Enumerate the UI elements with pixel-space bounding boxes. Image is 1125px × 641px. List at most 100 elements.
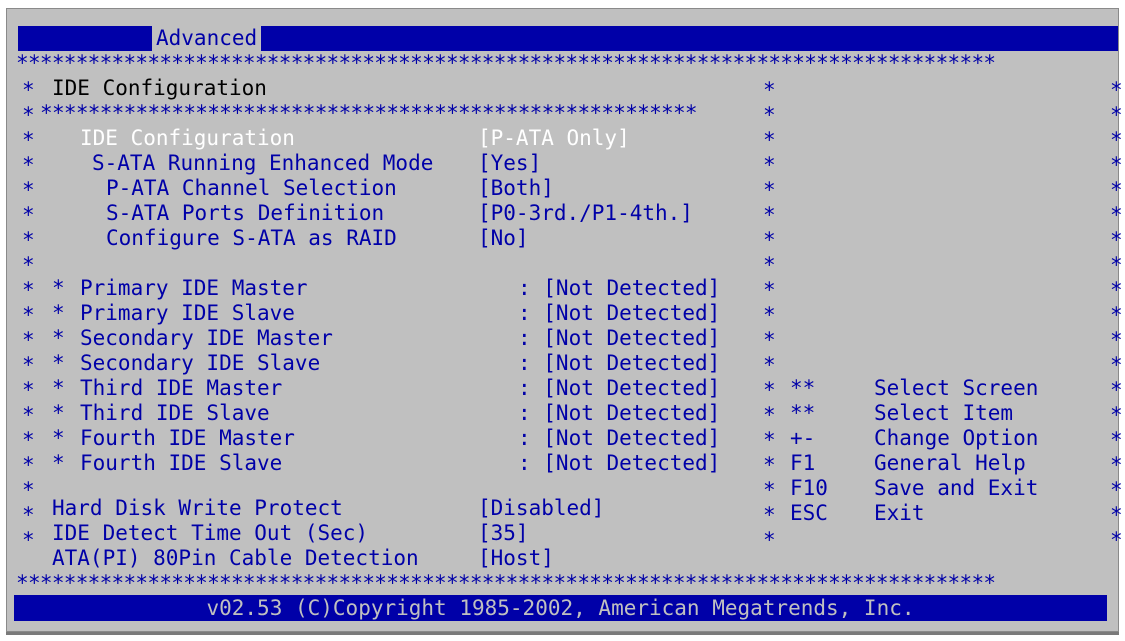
left-edge-star: * xyxy=(22,153,35,177)
drive-label[interactable]: Secondary IDE Slave xyxy=(80,351,320,376)
right-edge-star: * xyxy=(1110,228,1123,252)
left-edge-star: * xyxy=(22,78,35,102)
right-edge-star: * xyxy=(1110,503,1123,527)
left-edge-star: * xyxy=(22,203,35,227)
left-edge-star: * xyxy=(22,128,35,152)
help-key: F10 xyxy=(790,476,828,500)
page-title: IDE Configuration xyxy=(52,76,267,100)
drive-status: : [Not Detected] xyxy=(518,276,721,300)
setting-pata-channel-value[interactable]: [Both] xyxy=(478,176,554,201)
right-edge-star: * xyxy=(1110,378,1123,402)
divider-star: * xyxy=(763,303,776,327)
divider-star: * xyxy=(763,128,776,152)
setting-cable-detection-value[interactable]: [Host] xyxy=(478,546,554,571)
setting-ide-configuration-value[interactable]: [P-ATA Only] xyxy=(478,126,630,151)
drive-label[interactable]: Fourth IDE Master xyxy=(80,426,295,451)
drive-label[interactable]: Third IDE Slave xyxy=(80,401,270,426)
help-key: F1 xyxy=(790,451,816,475)
right-edge-star: * xyxy=(1110,478,1123,502)
right-edge-star: * xyxy=(1110,178,1123,202)
drive-label[interactable]: Primary IDE Master xyxy=(80,276,308,301)
right-edge-star: * xyxy=(1110,253,1123,277)
tab-advanced[interactable]: Advanced xyxy=(152,26,262,51)
right-edge-star: * xyxy=(1110,203,1123,227)
drive-label[interactable]: Primary IDE Slave xyxy=(80,301,295,326)
drive-status: : [Not Detected] xyxy=(518,401,721,425)
help-key: ** xyxy=(790,401,816,425)
left-edge-star: * xyxy=(22,403,35,427)
copyright-bar: v02.53 (C)Copyright 1985-2002, American … xyxy=(14,595,1107,621)
setting-ide-configuration-label[interactable]: IDE Configuration xyxy=(80,126,295,151)
drive-status: : [Not Detected] xyxy=(518,301,721,325)
left-edge-star: * xyxy=(22,303,35,327)
left-edge-star: * xyxy=(22,103,35,127)
right-edge-star: * xyxy=(1110,153,1123,177)
submenu-marker-icon: * xyxy=(52,301,65,325)
right-edge-star: * xyxy=(1110,278,1123,302)
drive-status: : [Not Detected] xyxy=(518,326,721,350)
right-edge-star: * xyxy=(1110,328,1123,352)
divider-star: * xyxy=(763,503,776,527)
divider-star: * xyxy=(763,103,776,127)
drive-label[interactable]: Secondary IDE Master xyxy=(80,326,333,351)
drive-label[interactable]: Fourth IDE Slave xyxy=(80,451,282,476)
left-edge-star: * xyxy=(22,353,35,377)
top-border: ****************************************… xyxy=(16,51,996,75)
left-edge-star: * xyxy=(22,378,35,402)
divider-star: * xyxy=(763,228,776,252)
divider-star: * xyxy=(763,278,776,302)
submenu-marker-icon: * xyxy=(52,451,65,475)
setting-pata-channel-label[interactable]: P-ATA Channel Selection xyxy=(106,176,397,201)
help-description: Select Item xyxy=(874,401,1014,425)
help-description: Exit xyxy=(874,501,925,525)
setting-write-protect-value[interactable]: [Disabled] xyxy=(478,496,604,521)
right-edge-star: * xyxy=(1110,353,1123,377)
setting-cable-detection-label[interactable]: ATA(PI) 80Pin Cable Detection xyxy=(52,546,419,571)
help-key: +- xyxy=(790,426,816,450)
setting-sata-raid-value[interactable]: [No] xyxy=(478,226,529,251)
divider-star: * xyxy=(763,353,776,377)
setting-write-protect-label[interactable]: Hard Disk Write Protect xyxy=(52,496,343,521)
divider-star: * xyxy=(763,428,776,452)
right-edge-star: * xyxy=(1110,428,1123,452)
divider-star: * xyxy=(763,78,776,102)
setting-detect-timeout-value[interactable]: [35] xyxy=(478,521,529,546)
submenu-marker-icon: * xyxy=(52,276,65,300)
help-key: ESC xyxy=(790,501,828,525)
submenu-marker-icon: * xyxy=(52,326,65,350)
divider-star: * xyxy=(763,178,776,202)
left-edge-star: * xyxy=(22,503,35,527)
submenu-marker-icon: * xyxy=(52,401,65,425)
submenu-marker-icon: * xyxy=(52,351,65,375)
drive-status: : [Not Detected] xyxy=(518,426,721,450)
right-edge-star: * xyxy=(1110,303,1123,327)
right-edge-star: * xyxy=(1110,403,1123,427)
setting-sata-ports-label[interactable]: S-ATA Ports Definition xyxy=(106,201,384,226)
divider-star: * xyxy=(763,203,776,227)
left-edge-star: * xyxy=(22,178,35,202)
help-description: Change Option xyxy=(874,426,1039,450)
drive-status: : [Not Detected] xyxy=(518,451,721,475)
right-edge-star: * xyxy=(1110,453,1123,477)
drive-label[interactable]: Third IDE Master xyxy=(80,376,282,401)
window-shadow xyxy=(6,632,1119,635)
help-key: ** xyxy=(790,376,816,400)
left-edge-star: * xyxy=(22,453,35,477)
drive-status: : [Not Detected] xyxy=(518,351,721,375)
help-description: General Help xyxy=(874,451,1026,475)
setting-sata-enhanced-label[interactable]: S-ATA Running Enhanced Mode xyxy=(92,151,433,176)
setting-detect-timeout-label[interactable]: IDE Detect Time Out (Sec) xyxy=(52,521,368,546)
bottom-border: ****************************************… xyxy=(16,571,996,595)
right-edge-star: * xyxy=(1110,128,1123,152)
setting-sata-enhanced-value[interactable]: [Yes] xyxy=(478,151,541,176)
divider-star: * xyxy=(763,528,776,552)
left-edge-star: * xyxy=(22,478,35,502)
drive-status: : [Not Detected] xyxy=(518,376,721,400)
setting-sata-ports-value[interactable]: [P0-3rd./P1-4th.] xyxy=(478,201,693,226)
right-edge-star: * xyxy=(1110,78,1123,102)
divider-star: * xyxy=(763,378,776,402)
title-underline: ****************************************… xyxy=(40,101,698,125)
setting-sata-raid-label[interactable]: Configure S-ATA as RAID xyxy=(106,226,397,251)
divider-star: * xyxy=(763,453,776,477)
left-edge-star: * xyxy=(22,278,35,302)
